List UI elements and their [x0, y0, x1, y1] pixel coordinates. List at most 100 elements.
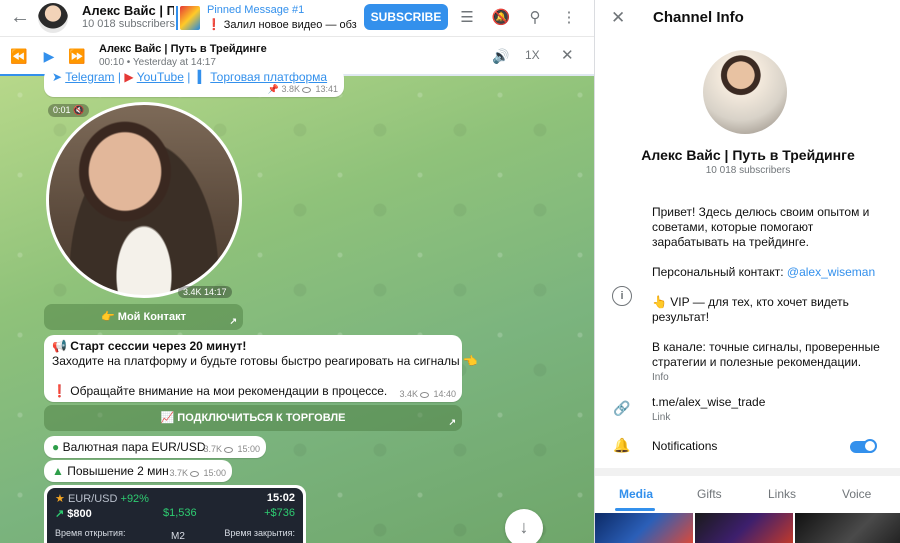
link-label: Link: [652, 412, 671, 423]
player-subtitle: 00:10 • Yesterday at 14:17: [99, 57, 216, 68]
channel-name: Алекс Вайс | Путь в Трейдинге: [641, 147, 855, 163]
back-arrow-icon[interactable]: ←: [8, 6, 32, 30]
connect-trading-label: 📈 ПОДКЛЮЧИТЬСЯ К ТОРГОВЛЕ: [160, 412, 346, 424]
links-line: ➤ Telegram | ▶ YouTube | ▍ Торговая плат…: [52, 70, 327, 84]
message-time: 15:00: [237, 444, 260, 454]
subscribe-button[interactable]: SUBSCRIBE: [364, 4, 448, 30]
eye-icon: [301, 86, 311, 93]
media-thumbnail[interactable]: [595, 513, 693, 543]
pinned-list-icon[interactable]: ☰: [456, 7, 478, 29]
trade-card: ★ EUR/USD +92% 15:02 ↗ $800 $1,536 +$736…: [47, 488, 303, 543]
links-separator: |: [117, 70, 122, 84]
trade-payout: $1,536: [163, 507, 197, 519]
platform-link[interactable]: Торговая платформа: [210, 70, 327, 84]
trade-card-message[interactable]: ★ EUR/USD +92% 15:02 ↗ $800 $1,536 +$736…: [44, 485, 306, 543]
close-player-icon[interactable]: ✕: [561, 46, 574, 64]
notifications-label: Notifications: [652, 439, 718, 453]
media-thumbnail[interactable]: [695, 513, 793, 543]
volume-icon[interactable]: 🔊: [490, 46, 512, 66]
player-title[interactable]: Алекс Вайс | Путь в Трейдинге: [99, 43, 267, 55]
tab-voice[interactable]: Voice: [842, 487, 871, 501]
trade-close-label: Время закрытия:: [224, 528, 295, 538]
mute-bell-icon[interactable]: 🔕: [490, 7, 512, 29]
pair-line: ● Валютная пара EUR/USD: [52, 440, 206, 454]
channel-avatar-large[interactable]: [703, 50, 787, 134]
message-links: ➤ Telegram | ▶ YouTube | ▍ Торговая плат…: [44, 68, 344, 97]
video-duration-badge: 0:01 🔇: [48, 104, 90, 117]
tab-media[interactable]: Media: [619, 487, 653, 501]
close-icon[interactable]: ✕: [611, 8, 625, 28]
trade-pair: EUR/USD: [67, 493, 118, 505]
session-title-line: 📢 Старт сессии через 20 минут!: [52, 339, 246, 353]
trend-up-icon: ↗: [55, 508, 65, 520]
info-label: Info: [652, 372, 669, 383]
pin-icon: 📌: [267, 84, 279, 94]
chat-header: ← Алекс Вайс | Пут 10 018 subscribers Pi…: [0, 0, 594, 36]
eye-icon: [223, 446, 233, 453]
channel-info-panel: ✕ Channel Info Алекс Вайс | Путь в Трейд…: [594, 0, 900, 543]
external-link-icon: ↗: [448, 417, 456, 427]
previous-track-icon[interactable]: ⏪: [8, 46, 30, 66]
chat-column: ← Алекс Вайс | Пут 10 018 subscribers Pi…: [0, 0, 594, 543]
pair-text: Валютная пара EUR/USD: [62, 440, 206, 454]
panel-separator: [595, 468, 900, 476]
eye-icon: [189, 470, 199, 477]
trade-open-label: Время открытия:: [55, 528, 126, 538]
muted-speaker-icon[interactable]: 🔇: [73, 105, 84, 115]
telegram-link[interactable]: Telegram: [65, 70, 114, 84]
pinned-thumbnail[interactable]: [180, 6, 200, 30]
connect-trading-button[interactable]: 📈 ПОДКЛЮЧИТЬСЯ К ТОРГОВЛЕ ↗: [44, 405, 462, 431]
message-meta: 3.7K 15:00: [169, 468, 226, 478]
video-note-frame: [49, 105, 239, 295]
message-time: 15:00: [203, 468, 226, 478]
my-contact-button[interactable]: 👉 Мой Контакт ↗: [44, 304, 243, 330]
channel-subscribers: 10 018 subscribers: [705, 165, 791, 176]
contact-link[interactable]: @alex_wiseman: [787, 265, 875, 279]
next-track-icon[interactable]: ⏩: [66, 46, 88, 66]
message-meta: 3.7K 15:00: [203, 444, 260, 454]
telegram-icon: ➤: [52, 70, 63, 84]
trade-time: 15:02: [266, 492, 295, 504]
views-count: 3.7K: [203, 444, 222, 454]
eye-icon: [419, 391, 429, 398]
channel-link[interactable]: t.me/alex_wise_trade: [652, 395, 765, 409]
tab-gifts[interactable]: Gifts: [697, 487, 722, 501]
message-time: 14:17: [204, 287, 227, 297]
panel-title: Channel Info: [653, 9, 744, 26]
session-title: Старт сессии через 20 минут!: [70, 339, 247, 353]
link-icon: 🔗: [613, 400, 631, 416]
channel-title[interactable]: Алекс Вайс | Пут: [82, 3, 174, 18]
views-count: 3.4K: [183, 287, 202, 297]
links-separator: |: [187, 70, 191, 84]
message-time: 13:41: [315, 84, 338, 94]
views-count: 3.4K: [399, 389, 418, 399]
media-thumbnail[interactable]: [795, 513, 900, 543]
message-session: 📢 Старт сессии через 20 минут! Заходите …: [44, 335, 478, 402]
youtube-link[interactable]: YouTube: [137, 70, 184, 84]
info-icon: i: [612, 286, 632, 306]
views-count: 3.8K: [281, 84, 300, 94]
video-meta: 3.4K 14:17: [178, 286, 232, 298]
tab-links[interactable]: Links: [768, 487, 796, 501]
search-icon[interactable]: ⚲: [524, 7, 546, 29]
playback-speed-button[interactable]: 1X: [525, 48, 540, 62]
trade-amount: $800: [67, 508, 92, 520]
pinned-message-text[interactable]: ❗ Залил новое видео — обз...: [207, 18, 357, 31]
contact-prefix: Персональный контакт:: [652, 265, 787, 279]
scroll-down-button[interactable]: ↓: [505, 509, 543, 543]
channel-description[interactable]: Привет! Здесь делюсь своим опытом и сове…: [652, 205, 888, 385]
channel-avatar[interactable]: [38, 3, 68, 33]
play-icon[interactable]: ▶: [38, 46, 60, 66]
youtube-icon: ▶: [124, 70, 134, 84]
raise-line: ▲ Повышение 2 мин: [52, 464, 169, 478]
session-line3-row: ❗ Обращайте внимание на мои рекомендации…: [52, 384, 387, 398]
about-paragraph: Привет! Здесь делюсь своим опытом и сове…: [652, 205, 870, 249]
video-note[interactable]: [46, 102, 242, 298]
pinned-message-title[interactable]: Pinned Message #1: [207, 4, 304, 16]
message-meta: 3.4K 14:40: [399, 389, 456, 399]
more-menu-icon[interactable]: ⋮: [558, 7, 580, 29]
message-meta: 📌 3.8K 13:41: [268, 84, 338, 95]
notifications-toggle[interactable]: [850, 439, 877, 453]
my-contact-label: 👉 Мой Контакт: [101, 311, 186, 323]
raise-text: Повышение 2 мин: [67, 464, 169, 478]
